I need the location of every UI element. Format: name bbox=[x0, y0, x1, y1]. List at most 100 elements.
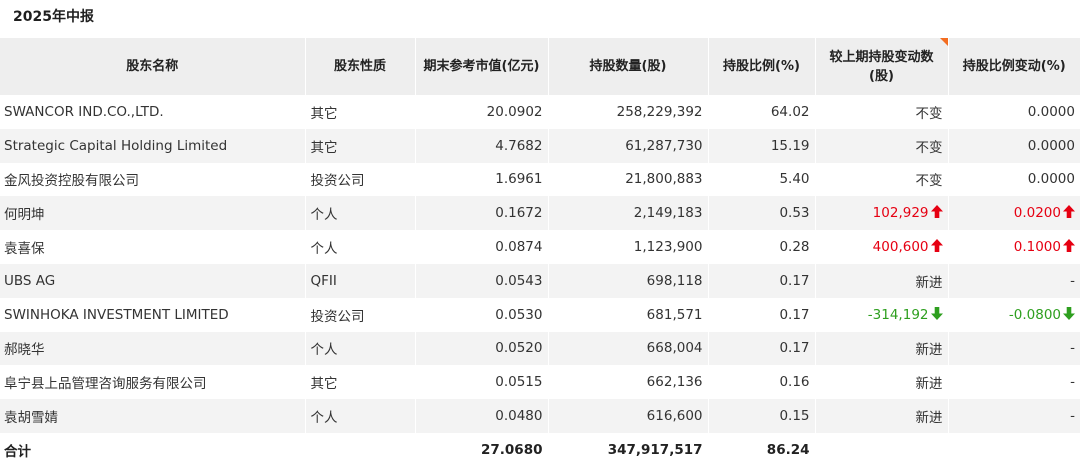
cell-shareholder-type: 个人 bbox=[305, 399, 416, 433]
cell-market-value: 20.0902 bbox=[415, 95, 549, 129]
total-market-value: 27.0680 bbox=[415, 432, 549, 465]
cell-shares-held: 258,229,392 bbox=[548, 95, 709, 129]
cell-change-in-ratio: 0.1000 bbox=[948, 230, 1080, 264]
header-change-in-shares[interactable]: 较上期持股变动数(股) bbox=[815, 38, 949, 95]
cell-change-in-ratio: - bbox=[948, 331, 1080, 366]
cell-holding-ratio: 15.19 bbox=[708, 128, 816, 163]
cell-change-in-shares-value: 新进 bbox=[915, 376, 943, 393]
cell-change-in-shares-value: 不变 bbox=[915, 105, 943, 122]
cell-change-in-ratio: - bbox=[948, 263, 1080, 298]
header-market-value: 期末参考市值(亿元) bbox=[415, 38, 549, 95]
total-change-in-shares bbox=[815, 432, 949, 465]
cell-change-in-shares: 新进 bbox=[815, 263, 949, 298]
table-row[interactable]: UBS AG QFII 0.0543 698,118 0.17 新进 - bbox=[0, 263, 1080, 298]
cell-change-in-shares-value: -314,192 bbox=[867, 306, 929, 323]
cell-change-in-ratio: 0.0000 bbox=[948, 162, 1080, 197]
cell-shareholder-type: 投资公司 bbox=[305, 297, 416, 332]
table-row[interactable]: 袁喜保 个人 0.0874 1,123,900 0.28 400,600 0.1000 bbox=[0, 230, 1080, 264]
cell-shares-held: 1,123,900 bbox=[548, 230, 709, 264]
cell-change-in-ratio-value: - bbox=[1070, 408, 1075, 425]
cell-market-value: 4.7682 bbox=[415, 128, 549, 163]
cell-shares-held: 668,004 bbox=[548, 331, 709, 366]
table-row[interactable]: 袁胡雪婧 个人 0.0480 616,600 0.15 新进 - bbox=[0, 399, 1080, 433]
header-shares-held: 持股数量(股) bbox=[548, 38, 709, 95]
cell-market-value: 0.0530 bbox=[415, 297, 549, 332]
cell-change-in-shares: 不变 bbox=[815, 128, 949, 163]
cell-shareholder-name: SWINHOKA INVESTMENT LIMITED bbox=[0, 297, 306, 332]
cell-shares-held: 698,118 bbox=[548, 263, 709, 298]
cell-market-value: 0.0543 bbox=[415, 263, 549, 298]
table-row[interactable]: SWINHOKA INVESTMENT LIMITED 投资公司 0.0530 681… bbox=[0, 297, 1080, 332]
cell-change-in-shares: 102,929 bbox=[815, 196, 949, 231]
cell-change-in-ratio: 0.0000 bbox=[948, 128, 1080, 163]
cell-change-in-shares-value: 新进 bbox=[915, 342, 943, 359]
header-change-in-ratio: 持股比例变动(%) bbox=[948, 38, 1080, 95]
cell-change-in-shares-value: 新进 bbox=[915, 410, 943, 427]
cell-holding-ratio: 0.17 bbox=[708, 331, 816, 366]
table-row[interactable]: 郝晓华 个人 0.0520 668,004 0.17 新进 - bbox=[0, 331, 1080, 366]
table-total-row: 合计 27.0680 347,917,517 86.24 bbox=[0, 432, 1080, 465]
arrow-down-icon bbox=[930, 306, 943, 320]
cell-shares-held: 616,600 bbox=[548, 399, 709, 433]
cell-holding-ratio: 0.17 bbox=[708, 297, 816, 332]
total-type bbox=[305, 432, 416, 465]
cell-change-in-ratio: 0.0000 bbox=[948, 95, 1080, 129]
cell-shareholder-type: 其它 bbox=[305, 365, 416, 400]
cell-change-in-ratio-value: - bbox=[1070, 374, 1075, 391]
cell-change-in-ratio-value: 0.1000 bbox=[1013, 239, 1061, 256]
arrow-up-icon bbox=[930, 239, 943, 253]
table-row[interactable]: 何明坤 个人 0.1672 2,149,183 0.53 102,929 0.0200 bbox=[0, 196, 1080, 231]
cell-change-in-ratio-value: -0.0800 bbox=[1008, 306, 1061, 323]
cell-shareholder-type: 个人 bbox=[305, 196, 416, 231]
cell-change-in-ratio-value: - bbox=[1070, 340, 1075, 357]
table-row[interactable]: 金风投资控股有限公司 投资公司 1.6961 21,800,883 5.40 不变 0.00… bbox=[0, 162, 1080, 197]
cell-change-in-ratio-value: 0.0200 bbox=[1013, 205, 1061, 222]
cell-shareholder-type: 投资公司 bbox=[305, 162, 416, 197]
cell-holding-ratio: 0.17 bbox=[708, 263, 816, 298]
cell-holding-ratio: 0.28 bbox=[708, 230, 816, 264]
section-title: 2025年中报 bbox=[13, 9, 94, 25]
arrow-up-icon bbox=[1063, 205, 1075, 219]
cell-market-value: 0.1672 bbox=[415, 196, 549, 231]
shareholder-page: 2025年中报 股东名称 股东性质 期末参考市值(亿元) 持股数量(股) 持股比… bbox=[0, 0, 1080, 465]
cell-change-in-ratio-value: 0.0000 bbox=[1027, 103, 1075, 120]
table-body: SWANCOR IND.CO.,LTD. 其它 20.0902 258,229,392… bbox=[0, 95, 1080, 465]
cell-shareholder-type: QFII bbox=[305, 263, 416, 298]
cell-change-in-shares-value: 不变 bbox=[915, 173, 943, 190]
cell-change-in-ratio-value: - bbox=[1070, 272, 1075, 289]
cell-shareholder-name: 袁喜保 bbox=[0, 230, 306, 264]
table-row[interactable]: SWANCOR IND.CO.,LTD. 其它 20.0902 258,229,392… bbox=[0, 95, 1080, 129]
cell-holding-ratio: 0.53 bbox=[708, 196, 816, 231]
cell-change-in-shares: 不变 bbox=[815, 95, 949, 129]
cell-holding-ratio: 0.15 bbox=[708, 399, 816, 433]
cell-change-in-shares: 不变 bbox=[815, 162, 949, 197]
cell-change-in-shares-value: 400,600 bbox=[872, 239, 929, 256]
cell-shareholder-type: 个人 bbox=[305, 331, 416, 366]
cell-change-in-shares: 400,600 bbox=[815, 230, 949, 264]
total-shares-held: 347,917,517 bbox=[548, 432, 709, 465]
cell-shares-held: 2,149,183 bbox=[548, 196, 709, 231]
cell-change-in-ratio-value: 0.0000 bbox=[1027, 171, 1075, 188]
cell-change-in-shares-value: 新进 bbox=[915, 274, 943, 291]
table-row[interactable]: 阜宁县上品管理咨询服务有限公司 其它 0.0515 662,136 0.16 新进 - bbox=[0, 365, 1080, 400]
cell-holding-ratio: 0.16 bbox=[708, 365, 816, 400]
cell-shareholder-name: 袁胡雪婧 bbox=[0, 399, 306, 433]
cell-change-in-shares: 新进 bbox=[815, 365, 949, 400]
header-shareholder-type: 股东性质 bbox=[305, 38, 416, 95]
cell-shareholder-name: Strategic Capital Holding Limited bbox=[0, 128, 306, 163]
cell-market-value: 0.0874 bbox=[415, 230, 549, 264]
table-row[interactable]: Strategic Capital Holding Limited 其它 4.768… bbox=[0, 128, 1080, 163]
cell-shareholder-name: SWANCOR IND.CO.,LTD. bbox=[0, 95, 306, 129]
cell-change-in-ratio: - bbox=[948, 365, 1080, 400]
total-label: 合计 bbox=[0, 432, 306, 465]
cell-change-in-ratio: - bbox=[948, 399, 1080, 433]
cell-change-in-shares-value: 102,929 bbox=[872, 205, 929, 222]
cell-change-in-ratio-value: 0.0000 bbox=[1027, 137, 1075, 154]
cell-shares-held: 61,287,730 bbox=[548, 128, 709, 163]
top-shareholders-table: 股东名称 股东性质 期末参考市值(亿元) 持股数量(股) 持股比例(%) 较上期… bbox=[0, 38, 1080, 465]
cell-market-value: 0.0515 bbox=[415, 365, 549, 400]
cell-shareholder-type: 其它 bbox=[305, 95, 416, 129]
header-holding-ratio: 持股比例(%) bbox=[708, 38, 816, 95]
cell-shares-held: 21,800,883 bbox=[548, 162, 709, 197]
cell-holding-ratio: 5.40 bbox=[708, 162, 816, 197]
